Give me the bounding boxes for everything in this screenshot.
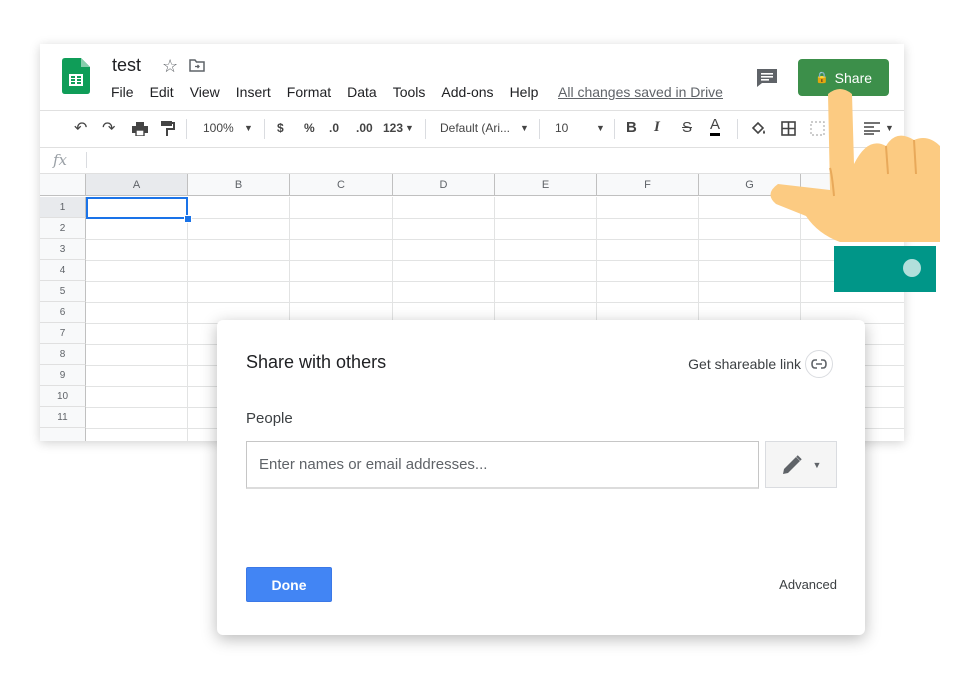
selected-cell-a1[interactable] <box>86 197 188 219</box>
toolbar-divider <box>186 119 187 139</box>
zoom-dropdown-icon[interactable]: ▼ <box>244 123 253 133</box>
corner-cell[interactable] <box>40 174 86 196</box>
get-shareable-link[interactable]: Get shareable link <box>688 356 801 372</box>
toolbar-divider <box>264 119 265 139</box>
text-color-button[interactable]: A <box>710 117 721 136</box>
column-header-d[interactable]: D <box>393 174 495 196</box>
menu-help[interactable]: Help <box>510 84 539 100</box>
pointing-hand-illustration <box>770 89 940 292</box>
italic-button[interactable]: I <box>654 119 660 136</box>
menu-data[interactable]: Data <box>347 84 377 100</box>
permission-dropdown-button[interactable]: ▼ <box>765 441 837 488</box>
row-header[interactable]: 6 <box>40 302 86 323</box>
chevron-down-icon: ▼ <box>812 459 822 470</box>
font-size-select[interactable]: 10 <box>555 121 568 135</box>
email-input[interactable] <box>246 441 759 489</box>
menu-edit[interactable]: Edit <box>150 84 174 100</box>
redo-icon[interactable]: ↷ <box>102 118 115 138</box>
row-header[interactable]: 11 <box>40 407 86 428</box>
row-header[interactable]: 3 <box>40 239 86 260</box>
done-button[interactable]: Done <box>246 567 332 602</box>
toolbar-divider <box>737 119 738 139</box>
bold-button[interactable]: B <box>626 119 637 136</box>
toolbar-divider <box>539 119 540 139</box>
formula-divider <box>86 152 87 168</box>
row-header[interactable]: 5 <box>40 281 86 302</box>
grid-line <box>86 302 904 303</box>
row-header[interactable]: 10 <box>40 386 86 407</box>
column-header-a[interactable]: A <box>86 174 188 196</box>
print-icon[interactable] <box>132 122 148 136</box>
undo-icon[interactable]: ↶ <box>74 118 87 138</box>
people-label: People <box>246 410 293 427</box>
menu-bar: File Edit View Insert Format Data Tools … <box>111 84 554 100</box>
star-icon[interactable]: ☆ <box>162 56 178 77</box>
percent-format-button[interactable]: % <box>304 121 315 135</box>
dialog-title: Share with others <box>246 352 387 372</box>
fx-icon: fx <box>53 151 68 169</box>
strikethrough-button[interactable]: S <box>682 119 692 136</box>
row-header[interactable]: 8 <box>40 344 86 365</box>
font-select[interactable]: Default (Ari... <box>440 121 510 135</box>
share-dialog: Share with others Get shareable link Peo… <box>217 320 865 635</box>
pencil-icon <box>782 454 802 474</box>
toolbar-divider <box>425 119 426 139</box>
menu-tools[interactable]: Tools <box>393 84 426 100</box>
menu-insert[interactable]: Insert <box>236 84 271 100</box>
row-header[interactable]: 1 <box>40 197 86 218</box>
move-to-folder-icon[interactable] <box>189 59 205 72</box>
grid-line <box>187 197 188 441</box>
row-header[interactable]: 2 <box>40 218 86 239</box>
zoom-select[interactable]: 100% <box>203 121 234 135</box>
row-header[interactable] <box>40 428 86 441</box>
advanced-link[interactable]: Advanced <box>779 577 837 592</box>
paint-format-icon[interactable] <box>161 121 175 137</box>
currency-format-button[interactable]: $ <box>277 121 284 135</box>
decrease-decimals-button[interactable]: .0 <box>329 121 339 135</box>
font-dropdown-icon[interactable]: ▼ <box>520 123 529 133</box>
menu-format[interactable]: Format <box>287 84 331 100</box>
column-header-e[interactable]: E <box>495 174 597 196</box>
save-status-link[interactable]: All changes saved in Drive <box>558 84 723 100</box>
sheets-logo-icon[interactable] <box>62 58 90 94</box>
column-header-f[interactable]: F <box>597 174 699 196</box>
row-header[interactable]: 7 <box>40 323 86 344</box>
row-header[interactable]: 4 <box>40 260 86 281</box>
more-formats-button[interactable]: 123 <box>383 121 403 135</box>
lock-icon: 🔒 <box>814 72 829 84</box>
menu-view[interactable]: View <box>190 84 220 100</box>
increase-decimals-button[interactable]: .00 <box>356 121 373 135</box>
fill-color-icon[interactable] <box>751 121 767 136</box>
menu-file[interactable]: File <box>111 84 134 100</box>
column-header-c[interactable]: C <box>290 174 393 196</box>
font-size-dropdown-icon[interactable]: ▼ <box>596 123 605 133</box>
document-title[interactable]: test <box>112 55 141 76</box>
row-header[interactable]: 9 <box>40 365 86 386</box>
fill-handle[interactable] <box>184 215 192 223</box>
toolbar-divider <box>614 119 615 139</box>
link-icon[interactable] <box>805 350 833 378</box>
menu-add-ons[interactable]: Add-ons <box>441 84 493 100</box>
more-formats-dropdown-icon[interactable]: ▼ <box>405 123 414 133</box>
column-header-b[interactable]: B <box>188 174 290 196</box>
